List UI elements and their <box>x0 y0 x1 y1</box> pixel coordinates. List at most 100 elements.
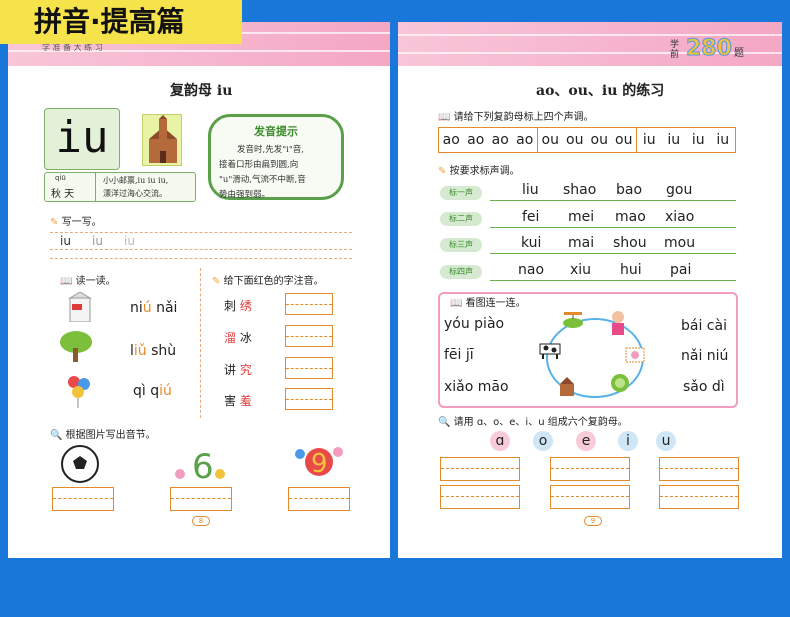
tone-word: mai <box>568 235 595 251</box>
pencil-icon: ✎ <box>438 166 447 177</box>
picture-syllable-label-text: 根据图片写出音节。 <box>65 430 156 441</box>
tone-marks-label-text: 请给下列复韵母标上四个声调。 <box>453 112 594 123</box>
vowel-label: 🔍 请用 ɑ、o、e、i、u 组成六个复韵母。 <box>438 413 628 428</box>
read-part: ni <box>130 300 143 316</box>
char-black: 害 <box>224 394 237 408</box>
book-icon: 📖 <box>450 298 463 309</box>
annotate-label: ✎ 给下面红色的字注音。 <box>212 272 324 287</box>
left-page-title: 复韵母 iu <box>170 83 233 99</box>
tone-row[interactable]: fei mei mao xiao <box>490 209 736 228</box>
char-red: 溜 <box>224 331 237 345</box>
tone-marks-label: 📖 请给下列复韵母标上四个声调。 <box>438 108 594 123</box>
svg-text:9: 9 <box>311 449 328 479</box>
annotate-word: 溜 冰 <box>224 329 252 346</box>
tone-row[interactable]: liu shao bao gou <box>490 182 736 201</box>
link-label-text: 看图连一连。 <box>465 298 526 309</box>
writing-line[interactable]: iu iu iu <box>50 232 352 250</box>
willow-tree-icon <box>58 330 94 362</box>
right-page-number: 9 <box>584 516 602 526</box>
right-header-label: 学前 <box>670 40 680 60</box>
vowel-answer-box[interactable] <box>440 457 520 481</box>
milk-icon <box>66 291 94 323</box>
write-sample: iu <box>124 234 135 248</box>
tone-row[interactable]: nao xiu hui pai <box>490 262 736 281</box>
by-tone-label-text: 按要求标声调。 <box>449 166 520 177</box>
tone-cell: ou <box>541 132 559 148</box>
answer-box[interactable] <box>285 293 333 315</box>
answer-box[interactable] <box>285 357 333 379</box>
vowel-answer-box[interactable] <box>659 485 739 509</box>
picture-syllable-label: 🔍 根据图片写出音节。 <box>50 426 156 441</box>
tone-cell: iu <box>716 132 730 148</box>
read-highlight: iǔ <box>133 343 147 359</box>
vowel-circle: i <box>618 431 638 451</box>
tone-tag: 标三声 <box>440 238 482 252</box>
girl-sweeping-icon <box>606 310 630 336</box>
match-right-item[interactable]: sǎo dì <box>683 379 725 395</box>
annotate-word: 讲 究 <box>224 361 252 378</box>
annotate-word: 害 羞 <box>224 392 252 409</box>
read-part: shù <box>146 343 177 359</box>
tone-group-ou[interactable]: ou ou ou ou <box>537 127 637 153</box>
tone-cell: iu <box>642 132 656 148</box>
vowel-answer-box[interactable] <box>550 457 630 481</box>
tone-word: gou <box>666 182 693 198</box>
tip-line: 发音时,先发"i"音, <box>237 145 304 155</box>
tone-cell: ao <box>516 132 534 148</box>
example-rhyme-1: 小小邮票,iu iu iu, <box>103 176 169 185</box>
tone-word: kui <box>521 235 542 251</box>
section-banner: 拼音·提高篇 <box>0 0 242 44</box>
stamp-icon <box>624 346 646 364</box>
read-word: qì qiú <box>133 383 172 399</box>
write-label-text: 写一写。 <box>61 217 102 228</box>
by-tone-label: ✎ 按要求标声调。 <box>438 162 520 177</box>
answer-box[interactable] <box>285 388 333 410</box>
tone-tag: 标一声 <box>440 186 482 200</box>
vowel-answer-box[interactable] <box>550 485 630 509</box>
match-left-item[interactable]: fēi jī <box>444 347 474 363</box>
read-word: liǔ shù <box>130 343 176 359</box>
annotate-word: 刺 绣 <box>224 297 252 314</box>
char-black: 刺 <box>224 299 237 313</box>
read-highlight: ú <box>142 300 152 316</box>
char-red: 绣 <box>239 299 252 313</box>
syllable-answer-box[interactable] <box>288 487 350 511</box>
book-icon: 📖 <box>60 276 73 287</box>
right-page-title: ao、ou、iu 的练习 <box>536 83 665 99</box>
tone-tag: 标二声 <box>440 212 482 226</box>
pencil-icon: ✎ <box>50 217 59 228</box>
tone-group-ao[interactable]: ao ao ao ao <box>438 127 538 153</box>
tone-cell: ao <box>491 132 509 148</box>
football-icon <box>60 444 100 484</box>
match-right-item[interactable]: nǎi niú <box>681 348 728 364</box>
annotate-label-text: 给下面红色的字注音。 <box>223 276 324 287</box>
house-icon <box>556 374 578 398</box>
vowel-answer-box[interactable] <box>440 485 520 509</box>
match-right-item[interactable]: bái cài <box>681 318 727 334</box>
church-picture <box>142 114 182 166</box>
vowel-circle: ɑ <box>490 431 510 451</box>
example-word: 秋 天 <box>51 189 75 200</box>
tip-line: 势由强到弱。 <box>219 190 271 200</box>
tone-group-iu[interactable]: iu iu iu iu <box>636 127 736 153</box>
tone-cell: iu <box>691 132 705 148</box>
vowel-answer-box[interactable] <box>659 457 739 481</box>
tone-word: shou <box>613 235 647 251</box>
syllable-answer-box[interactable] <box>52 487 114 511</box>
cabbage-cat-icon <box>608 372 632 394</box>
tone-word: xiao <box>665 209 695 225</box>
tone-word: shao <box>563 182 597 198</box>
read-part: nǎi <box>151 300 178 316</box>
tone-cell: ao <box>467 132 485 148</box>
tone-row[interactable]: kui mai shou mou <box>490 235 736 254</box>
example-pinyin: qiū <box>55 174 66 182</box>
tone-word: hui <box>620 262 642 278</box>
answer-box[interactable] <box>285 325 333 347</box>
right-header-number: 280 <box>686 36 733 62</box>
vowel-circle: o <box>533 431 553 451</box>
syllable-answer-box[interactable] <box>170 487 232 511</box>
match-left-item[interactable]: yóu piào <box>444 316 504 332</box>
match-left-item[interactable]: xiǎo māo <box>444 379 509 395</box>
example-word-box: qiū 秋 天 小小邮票,iu iu iu, 漂洋过海心交流。 <box>44 172 196 202</box>
tone-cell: ou <box>590 132 608 148</box>
